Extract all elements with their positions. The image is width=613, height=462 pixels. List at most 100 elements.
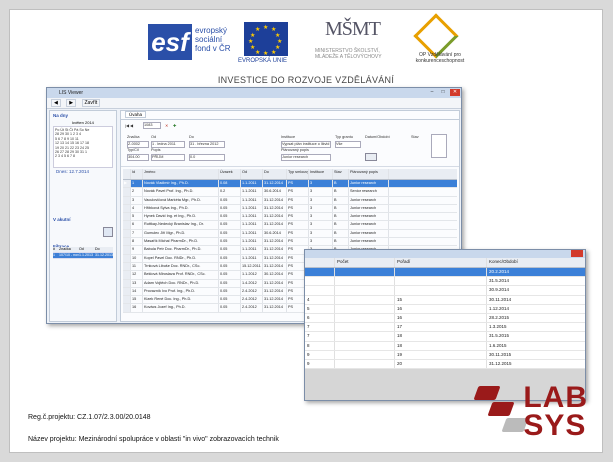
- table-row[interactable]: 8 18 1.6.2015: [305, 341, 585, 351]
- labsys-line-1: LAB: [523, 381, 588, 414]
- periods-header-cell[interactable]: Konec/Období: [487, 258, 585, 267]
- today-link[interactable]: Dnes: 12.7.2014: [50, 168, 116, 175]
- workload-field[interactable]: 0.0: [189, 154, 225, 161]
- section-dates[interactable]: Na dny: [50, 111, 116, 120]
- table-row[interactable]: ▶ 1 Novák Vladimír Ing., Ph.D. 0.08 1.1.2011…: [123, 180, 457, 189]
- mini-grid-row[interactable]: 1 107/10 - nov 1.1.2013 31.12.2013: [53, 253, 113, 259]
- status-checklist[interactable]: [431, 134, 447, 158]
- row-selector[interactable]: [123, 188, 131, 196]
- grid-header-cell[interactable]: Plánovaný popis: [349, 169, 389, 179]
- row-selector[interactable]: [123, 271, 131, 279]
- row-selector[interactable]: ▶: [123, 180, 131, 188]
- back-button[interactable]: ◀: [51, 98, 61, 107]
- table-cell: [335, 277, 395, 286]
- row-selector[interactable]: [123, 262, 131, 271]
- table-cell: Junior research: [349, 213, 389, 221]
- table-row[interactable]: 30.9.2014: [305, 286, 585, 296]
- minimize-button[interactable]: –: [427, 89, 437, 96]
- close-view-button[interactable]: Zavřít: [81, 98, 101, 107]
- grid-header-cell[interactable]: Typ smlouvy: [287, 169, 309, 179]
- table-cell: Provazník Ivo Prof. Ing., Ph.D.: [143, 287, 219, 296]
- institution-select[interactable]: Vypsat plán instituce o likvid: [281, 141, 331, 148]
- add-icon[interactable]: ✚: [173, 123, 176, 128]
- presentation-slide: esf evropský sociální fond v ČR ★ ★ ★ ★ …: [9, 9, 603, 453]
- table-cell: [335, 268, 395, 277]
- row-selector[interactable]: [123, 287, 131, 296]
- row-selector[interactable]: [123, 229, 131, 238]
- table-row[interactable]: 7 18 31.5.2015: [305, 332, 585, 342]
- date-from-field[interactable]: 1 . ledna 2011: [151, 141, 185, 148]
- table-cell: 1: [131, 180, 143, 188]
- row-selector[interactable]: [123, 196, 131, 204]
- table-row[interactable]: 7 Gumulec Jiří Mgr., Ph.D. 0.05 1.1.2011 30.…: [123, 229, 457, 239]
- close-icon[interactable]: [571, 250, 583, 257]
- row-selector[interactable]: [123, 279, 131, 287]
- row-selector[interactable]: [123, 246, 131, 254]
- grid-header-cell[interactable]: Do: [263, 169, 287, 179]
- grid-header-cell[interactable]: Instituce: [309, 169, 333, 179]
- nav-first-icon[interactable]: |◀ ◀: [125, 123, 133, 128]
- table-cell: Hříbková Sylva Ing., Ph.D.: [143, 204, 219, 213]
- table-row[interactable]: 5 16 1.12.2014: [305, 304, 585, 314]
- periods-header-cell[interactable]: Počet: [335, 258, 395, 267]
- row-selector[interactable]: [123, 204, 131, 213]
- calendar-widget[interactable]: Po Út St Čt Pá So Ne 28 29 30 1 2 3 45 6 …: [53, 126, 113, 168]
- table-row[interactable]: 4 Hříbková Sylva Ing., Ph.D. 0.05 1.1.2011 3…: [123, 204, 457, 214]
- table-cell: 14: [131, 287, 143, 296]
- grant-type-select[interactable]: Vše: [335, 141, 361, 148]
- apply-filter-button[interactable]: [365, 153, 377, 161]
- eu-flag-icon: ★ ★ ★ ★ ★ ★ ★ ★ ★ ★ ★ ★: [244, 22, 288, 57]
- grid-header-cell[interactable]: Jméno: [143, 169, 219, 179]
- planned-description-field[interactable]: Junior research: [281, 154, 331, 161]
- grid-header-cell[interactable]: Id: [131, 169, 143, 179]
- table-row[interactable]: 3 Vaculovičová Markéta Mgr., Ph.D. 0.05 1.1…: [123, 196, 457, 205]
- row-selector[interactable]: [123, 254, 131, 262]
- section-tasks[interactable]: V akutní: [50, 215, 116, 224]
- table-row[interactable]: 7 17 1.3.2015: [305, 323, 585, 333]
- tab-main[interactable]: Úvaha: [125, 111, 147, 118]
- table-cell: 31.12.2014: [263, 204, 287, 213]
- search-icon[interactable]: [103, 227, 113, 237]
- table-row[interactable]: 8 Masařík Michal PharmDr., Ph.D. 0.05 1.1.2…: [123, 238, 457, 247]
- table-cell: Senior research: [349, 188, 389, 196]
- table-row[interactable]: 6 16 28.2.2015: [305, 313, 585, 324]
- table-row[interactable]: 9 20 31.12.2015: [305, 359, 585, 370]
- delete-icon[interactable]: ✕: [165, 123, 168, 128]
- row-selector[interactable]: [123, 304, 131, 312]
- table-cell: 13: [131, 279, 143, 287]
- close-button[interactable]: ✕: [450, 89, 460, 96]
- table-row[interactable]: 31.5.2014: [305, 277, 585, 287]
- table-cell: 4: [131, 204, 143, 213]
- periods-header-cell[interactable]: Pořadí: [395, 258, 487, 267]
- type-field[interactable]: 304.00: [127, 154, 149, 161]
- table-row[interactable]: 4 15 30.11.2014: [305, 295, 585, 305]
- table-row[interactable]: 20.2.2014: [305, 268, 585, 278]
- description-field[interactable]: PŘÍJM: [151, 154, 185, 161]
- grid-header-cell[interactable]: Úvazek: [219, 169, 241, 179]
- row-selector[interactable]: [123, 221, 131, 229]
- periods-header-cell[interactable]: [305, 258, 335, 267]
- code-field[interactable]: Z-0002: [127, 141, 149, 148]
- maximize-button[interactable]: □: [438, 89, 448, 96]
- row-selector[interactable]: [123, 213, 131, 221]
- row-selector[interactable]: [123, 238, 131, 246]
- table-cell: 0.05: [219, 304, 241, 312]
- table-cell: 3: [309, 238, 333, 246]
- table-cell: 5: [305, 304, 335, 313]
- row-selector[interactable]: [123, 296, 131, 304]
- grid-header-cell[interactable]: Stav: [333, 169, 349, 179]
- table-row[interactable]: 9 19 30.11.2015: [305, 350, 585, 360]
- table-row[interactable]: 5 Hynek David Ing. et Ing., Ph.D. 0.05 1.1.…: [123, 213, 457, 222]
- forward-button[interactable]: ▶: [66, 98, 77, 107]
- record-count-field[interactable]: 1083: [143, 122, 161, 129]
- table-cell: 1.1.2011: [241, 238, 263, 246]
- table-cell: [335, 332, 395, 341]
- month-label: květen 2014: [72, 120, 94, 125]
- table-cell: 19: [395, 350, 487, 359]
- grid-header-cell[interactable]: Od: [241, 169, 263, 179]
- table-row[interactable]: 2 Novák Pavel Prof. Ing., Ph.D. 0.2 1.1.201…: [123, 188, 457, 197]
- table-row[interactable]: 6 Ruttkay-Nedecký Branislav Ing., Dr. 0.05…: [123, 221, 457, 230]
- date-to-field[interactable]: 31 . března 2012: [189, 141, 225, 148]
- table-cell: 16: [131, 304, 143, 312]
- table-cell: 6: [131, 221, 143, 229]
